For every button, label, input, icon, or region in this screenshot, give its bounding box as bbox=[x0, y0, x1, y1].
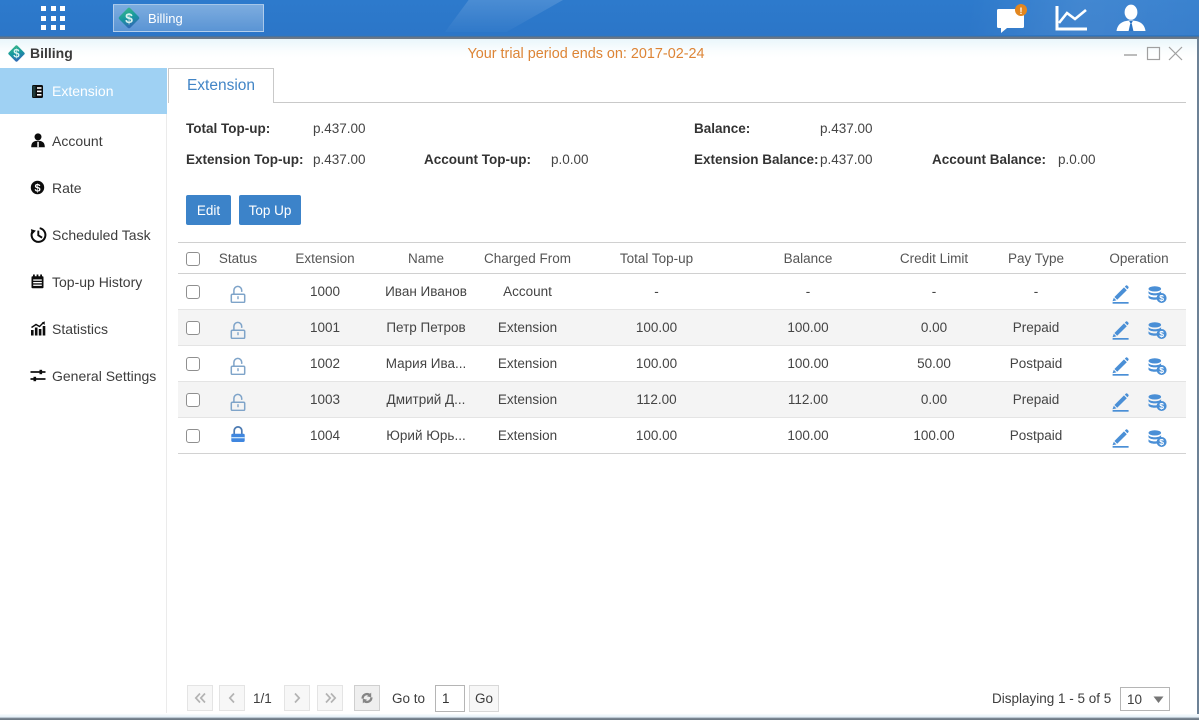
svg-text:$: $ bbox=[125, 10, 133, 26]
svg-text:$: $ bbox=[1159, 401, 1164, 411]
svg-text:!: ! bbox=[1020, 6, 1023, 16]
svg-text:$: $ bbox=[1159, 329, 1164, 339]
svg-text:$: $ bbox=[1159, 365, 1164, 375]
svg-text:$: $ bbox=[34, 182, 40, 194]
svg-text:$: $ bbox=[1159, 293, 1164, 303]
svg-text:$: $ bbox=[1159, 437, 1164, 447]
